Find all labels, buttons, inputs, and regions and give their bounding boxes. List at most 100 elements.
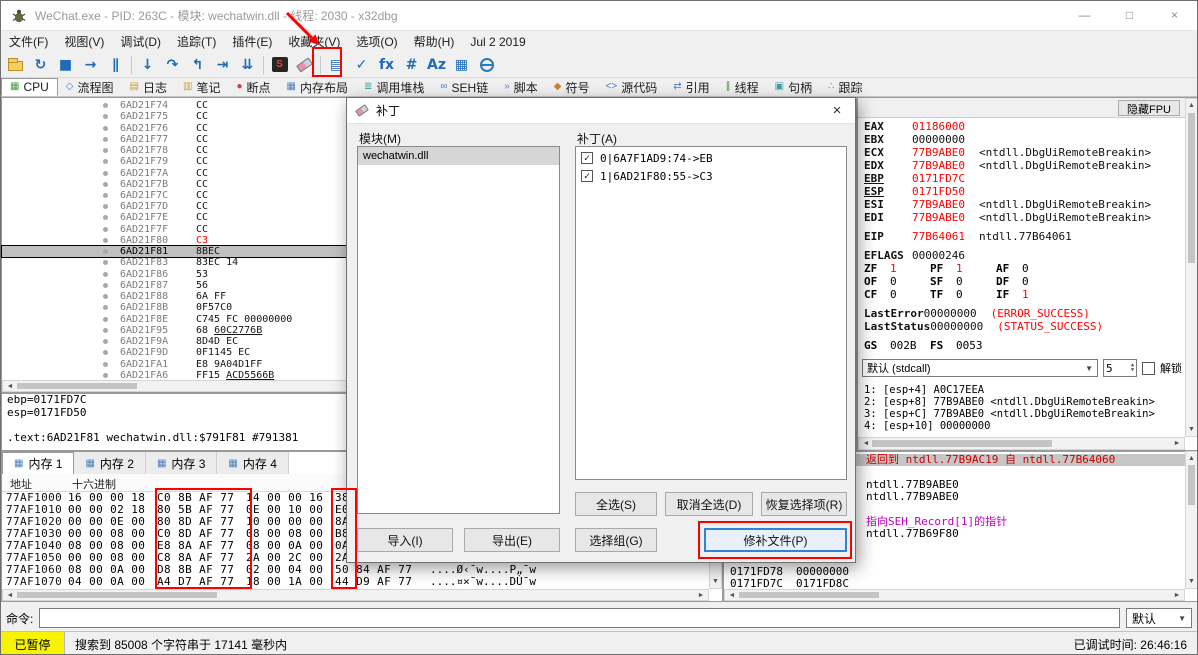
command-input[interactable] — [39, 608, 1120, 628]
stack-hscroll[interactable]: ◄ ► — [724, 589, 1185, 601]
breakpoint-dot[interactable] — [103, 282, 108, 288]
menu-plugins[interactable]: 插件(E) — [224, 33, 280, 50]
argument-row[interactable]: 4: [esp+10] 00000000 — [858, 420, 1185, 432]
tab-threads[interactable]: ∥ 线程 — [718, 78, 767, 96]
breakpoint-dot[interactable] — [103, 350, 108, 356]
breakpoint-dot[interactable] — [103, 372, 108, 378]
args-depth-spinner[interactable]: 5 ▲ ▼ — [1103, 359, 1137, 377]
registers-vscroll[interactable]: ▲ ▼ — [1185, 98, 1197, 437]
restore-selection-button[interactable]: 恢复选择项(R) — [761, 492, 847, 516]
scroll-arrow-icon[interactable]: ► — [696, 590, 706, 601]
close-button[interactable]: × — [1152, 1, 1197, 30]
breakpoint-dot[interactable] — [103, 204, 108, 210]
tab-dump2[interactable]: ▦ 内存 2 — [74, 452, 146, 474]
spinner-down-icon[interactable]: ▼ — [1131, 368, 1134, 373]
breakpoint-dot[interactable] — [103, 215, 108, 221]
register-value[interactable]: 00000000 — [924, 307, 977, 320]
menu-favourites[interactable]: 收藏夹(V) — [280, 33, 348, 50]
tab-handles[interactable]: ▣ 句柄 — [767, 78, 820, 96]
menu-options[interactable]: 选项(O) — [348, 33, 405, 50]
unlock-checkbox[interactable] — [1142, 361, 1155, 375]
menu-view[interactable]: 视图(V) — [56, 33, 112, 50]
register-value[interactable]: 00000000 — [912, 133, 965, 146]
breakpoint-dot[interactable] — [103, 294, 108, 300]
register-value[interactable]: 00000246 — [912, 249, 965, 262]
register-value[interactable]: 77B9ABE0 — [912, 211, 965, 224]
tab-call-stack[interactable]: ≣ 调用堆栈 — [356, 78, 432, 96]
tab-script[interactable]: » 脚本 — [496, 78, 546, 96]
breakpoint-dot[interactable] — [103, 192, 108, 198]
animate-into-button[interactable]: ⇊ — [235, 53, 260, 77]
maximize-button[interactable]: □ — [1107, 1, 1152, 30]
patch-checkbox[interactable]: ✓ — [581, 152, 593, 164]
register-value[interactable]: 00000000 — [930, 320, 983, 333]
breakpoint-dot[interactable] — [103, 305, 108, 311]
register-value[interactable]: 77B9ABE0 — [912, 159, 965, 172]
menu-debug[interactable]: 调试(D) — [112, 33, 169, 50]
breakpoint-dot[interactable] — [103, 181, 108, 187]
scroll-arrow-icon[interactable]: ▼ — [1186, 424, 1197, 435]
register-value[interactable]: 77B9ABE0 — [912, 146, 965, 159]
scroll-arrow-icon[interactable]: ► — [1172, 590, 1182, 601]
internet-button[interactable] — [474, 53, 499, 77]
scroll-arrow-icon[interactable]: ◄ — [727, 590, 737, 601]
tab-notes[interactable]: ▥ 笔记 — [175, 78, 228, 96]
argument-row[interactable]: 2: [esp+8] 77B9ABE0 <ntdll.DbgUiRemoteBr… — [858, 396, 1185, 408]
dump-hscroll[interactable]: ◄ ► — [2, 589, 709, 601]
select-group-button[interactable]: 选择组(G) — [575, 528, 657, 552]
breakpoint-dot[interactable] — [103, 339, 108, 345]
tab-seh[interactable]: ∞ SEH链 — [432, 78, 496, 96]
case-convert-button[interactable]: Az — [424, 53, 449, 77]
notes-button[interactable]: ▤ — [324, 53, 349, 77]
flag-value-OF[interactable]: 0 — [890, 275, 930, 288]
breakpoint-dot[interactable] — [103, 114, 108, 120]
deselect-all-button[interactable]: 取消全选(D) — [665, 492, 753, 516]
breakpoint-dot[interactable] — [103, 136, 108, 142]
flag-value-TF[interactable]: 0 — [956, 288, 996, 301]
restart-button[interactable]: ↻ — [28, 53, 53, 77]
registers-hscroll[interactable]: ◄ ► — [858, 437, 1185, 450]
minimize-button[interactable]: — — [1062, 1, 1107, 30]
patch-file-button[interactable]: 修补文件(P) — [704, 528, 847, 552]
tab-dump1[interactable]: ▦ 内存 1 — [2, 452, 75, 474]
breakpoint-dot[interactable] — [103, 361, 108, 367]
breakpoint-dot[interactable] — [103, 226, 108, 232]
scroll-arrow-icon[interactable]: ▼ — [710, 576, 721, 587]
breakpoint-dot[interactable] — [103, 316, 108, 322]
register-value[interactable]: 77B64061 — [912, 230, 965, 243]
patch-checkbox[interactable]: ✓ — [581, 170, 593, 182]
flag-value-SF[interactable]: 0 — [956, 275, 996, 288]
select-all-button[interactable]: 全选(S) — [575, 492, 657, 516]
tab-trace[interactable]: ∴ 跟踪 — [820, 78, 870, 96]
argument-row[interactable]: 1: [esp+4] A0C17EEA — [858, 384, 1185, 396]
patch-button[interactable] — [292, 53, 317, 77]
functions-button[interactable]: fx — [374, 53, 399, 77]
register-value[interactable]: 01186000 — [912, 120, 965, 133]
scroll-thumb[interactable] — [739, 592, 879, 598]
menu-help[interactable]: 帮助(H) — [406, 33, 463, 50]
tab-memory-map[interactable]: ▦ 内存布局 — [279, 78, 356, 96]
breakpoint-dot[interactable] — [103, 271, 108, 277]
hash-button[interactable]: # — [399, 53, 424, 77]
stack-row-9[interactable]: 0171FD78 00000000 — [724, 565, 1185, 578]
breakpoint-dot[interactable] — [103, 249, 108, 255]
hide-fpu-button[interactable]: 隐藏FPU — [1118, 100, 1180, 116]
tab-references[interactable]: ⇄ 引用 — [665, 78, 717, 96]
open-file-button[interactable] — [3, 53, 28, 77]
flag-value-IF[interactable]: 1 — [1022, 288, 1062, 301]
scroll-thumb[interactable] — [17, 383, 137, 389]
scylla-plugin-button[interactable]: S — [267, 53, 292, 77]
export-button[interactable]: 导出(E) — [464, 528, 560, 552]
graph-view-button[interactable]: ▦ — [449, 53, 474, 77]
step-out-button[interactable]: ↰ — [185, 53, 210, 77]
menu-trace[interactable]: 追踪(T) — [169, 33, 224, 50]
stack-vscroll[interactable]: ▲ ▼ — [1185, 451, 1197, 589]
flag-value-CF[interactable]: 0 — [890, 288, 930, 301]
tab-dump3[interactable]: ▦ 内存 3 — [145, 452, 218, 474]
address-link[interactable]: 60C2776B — [214, 325, 262, 336]
run-button[interactable]: → — [78, 53, 103, 77]
module-item[interactable]: wechatwin.dll — [358, 147, 559, 165]
breakpoint-dot[interactable] — [103, 260, 108, 266]
menu-file[interactable]: 文件(F) — [1, 33, 56, 50]
scroll-thumb[interactable] — [17, 592, 217, 598]
